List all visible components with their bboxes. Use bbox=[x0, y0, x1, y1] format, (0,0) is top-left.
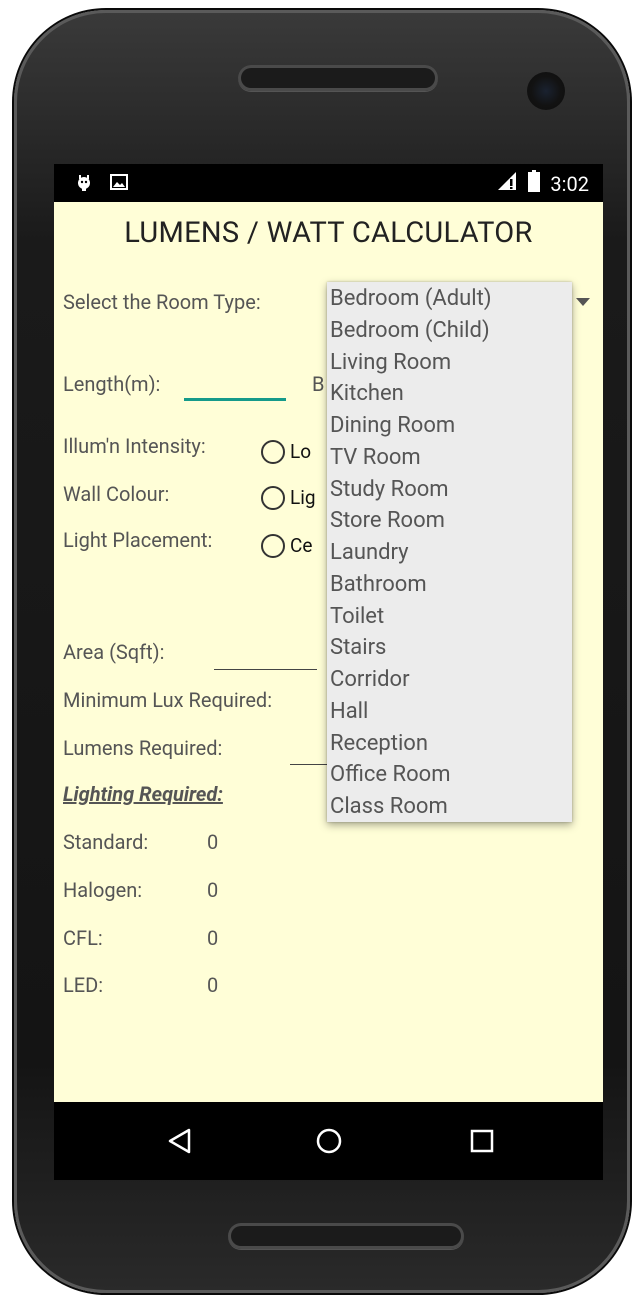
dropdown-option[interactable]: TV Room bbox=[330, 445, 421, 470]
page-title: LUMENS / WATT CALCULATOR bbox=[124, 216, 533, 250]
dropdown-option[interactable]: Store Room bbox=[330, 508, 445, 533]
dropdown-option[interactable]: Bedroom (Child) bbox=[330, 318, 490, 343]
cfl-label: CFL: bbox=[63, 926, 103, 950]
illum-option-label: Lo bbox=[290, 440, 312, 463]
dropdown-option[interactable]: Toilet bbox=[330, 604, 384, 629]
area-value-field bbox=[214, 669, 317, 670]
breadth-label: B bbox=[312, 372, 325, 396]
lumens-label: Lumens Required: bbox=[63, 736, 223, 760]
signal-icon bbox=[496, 171, 518, 196]
image-icon bbox=[110, 174, 128, 194]
status-bar: 3:02 bbox=[54, 164, 603, 202]
dropdown-option[interactable]: Living Room bbox=[330, 350, 451, 375]
halogen-label: Halogen: bbox=[63, 878, 143, 902]
dropdown-option[interactable]: Corridor bbox=[330, 667, 410, 692]
dropdown-option[interactable]: Study Room bbox=[330, 477, 449, 502]
dropdown-option[interactable]: Kitchen bbox=[330, 381, 404, 406]
dropdown-option[interactable]: Reception bbox=[330, 731, 428, 756]
wall-colour-label: Wall Colour: bbox=[63, 482, 170, 506]
home-icon[interactable] bbox=[314, 1126, 344, 1156]
dropdown-option[interactable]: Dining Room bbox=[330, 413, 455, 438]
room-type-label: Select the Room Type: bbox=[63, 290, 261, 314]
lighting-required-heading: Lighting Required: bbox=[63, 782, 223, 806]
placement-option-label: Ce bbox=[290, 534, 313, 557]
lumens-value-field bbox=[290, 764, 330, 765]
back-icon[interactable] bbox=[165, 1126, 195, 1156]
led-label: LED: bbox=[63, 973, 104, 997]
chevron-down-icon[interactable] bbox=[576, 298, 590, 306]
dropdown-option[interactable]: Hall bbox=[330, 699, 368, 724]
cfl-value: 0 bbox=[207, 926, 219, 950]
app-content: LUMENS / WATT CALCULATOR Select the Room… bbox=[54, 202, 603, 1102]
dropdown-option[interactable]: Office Room bbox=[330, 762, 451, 787]
bottom-speaker bbox=[228, 1223, 464, 1249]
recents-icon[interactable] bbox=[467, 1126, 497, 1156]
dropdown-option[interactable]: Laundry bbox=[330, 540, 409, 565]
standard-value: 0 bbox=[207, 830, 219, 854]
front-camera bbox=[527, 72, 565, 110]
dropdown-option[interactable]: Class Room bbox=[330, 794, 448, 819]
android-debug-icon bbox=[76, 172, 92, 196]
light-placement-label: Light Placement: bbox=[63, 528, 213, 552]
standard-label: Standard: bbox=[63, 830, 149, 854]
area-label: Area (Sqft): bbox=[63, 640, 165, 664]
wall-radio-light[interactable] bbox=[261, 486, 285, 510]
status-time: 3:02 bbox=[550, 171, 589, 196]
top-speaker bbox=[238, 65, 438, 91]
led-value: 0 bbox=[207, 973, 219, 997]
room-type-dropdown[interactable]: Bedroom (Adult) Bedroom (Child) Living R… bbox=[327, 282, 572, 822]
length-input[interactable] bbox=[184, 398, 286, 401]
illum-radio-low[interactable] bbox=[261, 440, 285, 464]
screen: 3:02 LUMENS / WATT CALCULATOR Select the… bbox=[54, 164, 603, 1180]
dropdown-option[interactable]: Stairs bbox=[330, 635, 386, 660]
battery-icon bbox=[528, 170, 541, 197]
halogen-value: 0 bbox=[207, 878, 219, 902]
wall-option-label: Lig bbox=[290, 486, 316, 509]
dropdown-option[interactable]: Bedroom (Adult) bbox=[330, 286, 492, 311]
placement-radio-ceiling[interactable] bbox=[261, 534, 285, 558]
illum-intensity-label: Illum'n Intensity: bbox=[63, 434, 206, 458]
navigation-bar bbox=[54, 1102, 603, 1180]
length-label: Length(m): bbox=[63, 372, 161, 396]
dropdown-option[interactable]: Bathroom bbox=[330, 572, 427, 597]
min-lux-label: Minimum Lux Required: bbox=[63, 688, 273, 712]
